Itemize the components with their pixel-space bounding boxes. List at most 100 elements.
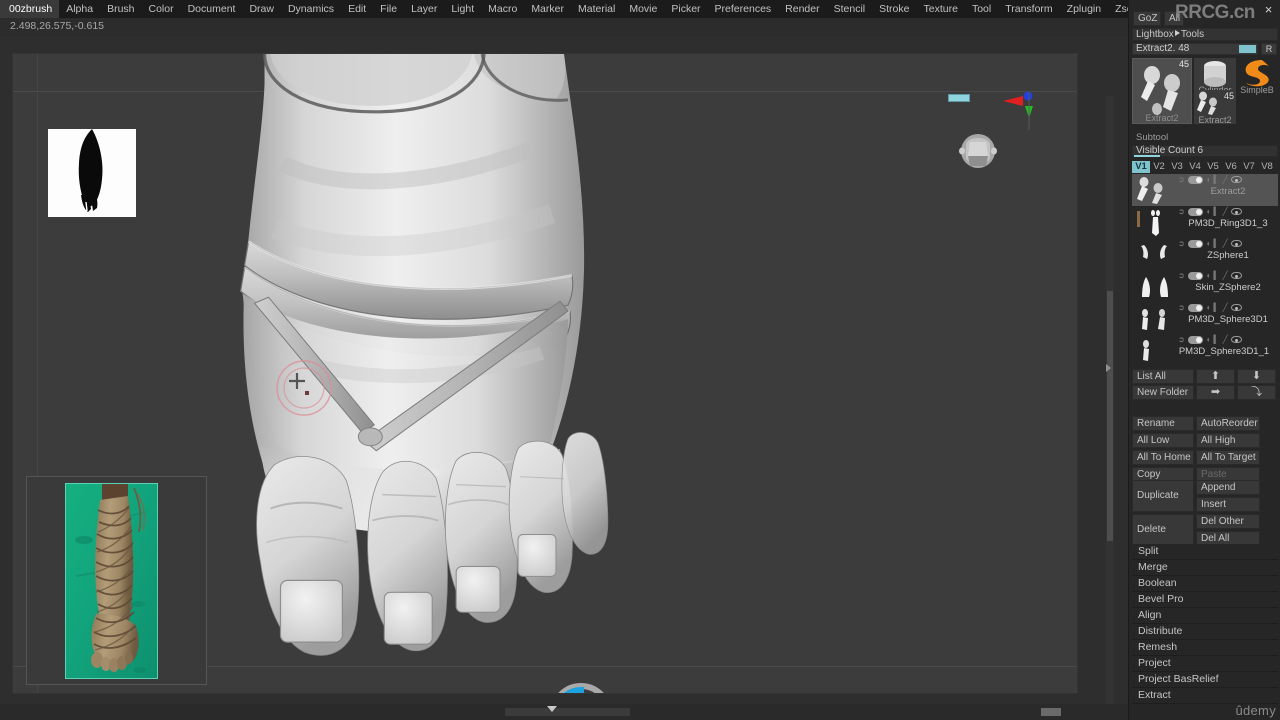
boolean-button[interactable]: Boolean <box>1132 576 1278 592</box>
menu-item-texture[interactable]: Texture <box>917 0 965 18</box>
visibility-toggle[interactable] <box>1187 271 1203 280</box>
menu-item-dynamics[interactable]: Dynamics <box>281 0 341 18</box>
visibility-toggle[interactable] <box>1187 175 1203 184</box>
polypaint-icon[interactable]: ◖ <box>1206 239 1211 248</box>
visibility-toggle[interactable] <box>1187 207 1203 216</box>
transparency-icon[interactable]: ╱ <box>1223 239 1228 248</box>
all-high-button[interactable]: All High <box>1196 433 1260 448</box>
brush-small-icon[interactable]: ➲ <box>1178 271 1185 280</box>
project-basrelief-button[interactable]: Project BasRelief <box>1132 672 1278 688</box>
close-icon[interactable]: × <box>1262 3 1275 17</box>
mask-icon[interactable]: ▍ <box>1214 207 1220 216</box>
canvas-area[interactable]: RRCG 人人素材 <box>0 36 1128 720</box>
eye-icon[interactable] <box>1230 240 1242 247</box>
autoreorder-button[interactable]: AutoReorder <box>1196 416 1260 431</box>
move-into-folder-button[interactable]: ➡ <box>1196 385 1235 400</box>
rename-button[interactable]: Rename <box>1132 416 1194 431</box>
menu-item-transform[interactable]: Transform <box>998 0 1059 18</box>
brush-small-icon[interactable]: ➲ <box>1178 175 1185 184</box>
eye-icon[interactable] <box>1230 304 1242 311</box>
subtool-list-item[interactable]: ➲ ◖ ▍ ╱ PM3D_Ring3D1_3 <box>1132 206 1278 238</box>
subtool-view-tab-v8[interactable]: V8 <box>1258 161 1276 173</box>
menu-item-macro[interactable]: Macro <box>481 0 524 18</box>
subtool-view-tab-v3[interactable]: V3 <box>1168 161 1186 173</box>
visible-count-slider[interactable]: Visible Count 6 <box>1132 145 1278 157</box>
menu-item-marker[interactable]: Marker <box>524 0 571 18</box>
menu-item-material[interactable]: Material <box>571 0 622 18</box>
polypaint-icon[interactable]: ◖ <box>1206 335 1211 344</box>
vertical-scroll-thumb[interactable] <box>1107 291 1113 541</box>
lightbox-tools-breadcrumb[interactable]: Lightbox Tools <box>1132 28 1278 41</box>
horizontal-scroll-track[interactable] <box>505 708 1061 716</box>
mask-icon[interactable]: ▍ <box>1214 303 1220 312</box>
menu-item-tool[interactable]: Tool <box>965 0 998 18</box>
mask-icon[interactable]: ▍ <box>1214 175 1220 184</box>
brush-small-icon[interactable]: ➲ <box>1178 239 1185 248</box>
subtool-list-item[interactable]: ➲ ◖ ▍ ╱ PM3D_Sphere3D1 <box>1132 302 1278 334</box>
menu-item-movie[interactable]: Movie <box>622 0 664 18</box>
subtool-view-tab-v7[interactable]: V7 <box>1240 161 1258 173</box>
subtool-list[interactable]: ➲ ◖ ▍ ╱ Extract2 ➲ ◖ ▍ ╱ PM3D_Ring3D1_3 ➲ ◖ ▍ ╱ ZSpher… <box>1132 174 1278 370</box>
canvas-document[interactable]: RRCG 人人素材 <box>12 53 1078 694</box>
alpha-thumbnail[interactable] <box>48 129 136 217</box>
subtool-view-tab-v6[interactable]: V6 <box>1222 161 1240 173</box>
align-button[interactable]: Align <box>1132 608 1278 624</box>
eye-icon[interactable] <box>1230 208 1242 215</box>
visibility-toggle[interactable] <box>1187 239 1203 248</box>
eye-icon[interactable] <box>1230 336 1242 343</box>
tool-thumb-cylinder[interactable]: Cylinder <box>1194 58 1236 95</box>
menu-item-00zbrush[interactable]: 00zbrush <box>0 0 60 18</box>
eye-icon[interactable] <box>1230 176 1242 183</box>
transparency-icon[interactable]: ╱ <box>1223 207 1228 216</box>
menu-item-color[interactable]: Color <box>142 0 181 18</box>
menu-item-picker[interactable]: Picker <box>664 0 707 18</box>
canvas-vertical-scrollbar[interactable] <box>1106 96 1114 716</box>
subtool-view-tab-v1[interactable]: V1 <box>1132 161 1150 173</box>
merge-button[interactable]: Merge <box>1132 560 1278 576</box>
menu-item-render[interactable]: Render <box>778 0 826 18</box>
subtool-view-tab-v2[interactable]: V2 <box>1150 161 1168 173</box>
polypaint-icon[interactable]: ◖ <box>1206 207 1211 216</box>
visibility-toggle[interactable] <box>1187 335 1203 344</box>
visibility-toggle[interactable] <box>1187 303 1203 312</box>
polypaint-icon[interactable]: ◖ <box>1206 303 1211 312</box>
menu-item-light[interactable]: Light <box>444 0 481 18</box>
split-button[interactable]: Split <box>1132 544 1278 560</box>
canvas-marker[interactable] <box>948 94 970 102</box>
brush-small-icon[interactable]: ➲ <box>1178 335 1185 344</box>
tool-r-button[interactable]: R <box>1261 43 1277 55</box>
reference-image-panel[interactable] <box>26 476 207 685</box>
current-tool-name-field[interactable]: Extract2. 48 <box>1132 43 1258 55</box>
bevel-pro-button[interactable]: Bevel Pro <box>1132 592 1278 608</box>
subtool-view-tab-v4[interactable]: V4 <box>1186 161 1204 173</box>
menu-item-brush[interactable]: Brush <box>100 0 141 18</box>
all-to-home-button[interactable]: All To Home <box>1132 450 1194 465</box>
insert-button[interactable]: Insert <box>1196 497 1260 512</box>
menu-item-preferences[interactable]: Preferences <box>708 0 779 18</box>
menu-item-alpha[interactable]: Alpha <box>59 0 100 18</box>
all-low-button[interactable]: All Low <box>1132 433 1194 448</box>
scroll-arrow-icon[interactable] <box>1106 364 1111 372</box>
brush-small-icon[interactable]: ➲ <box>1178 207 1185 216</box>
move-up-button[interactable]: ⬆ <box>1196 369 1235 384</box>
transparency-icon[interactable]: ╱ <box>1223 335 1228 344</box>
navigation-cube[interactable] <box>954 126 1002 174</box>
tool-thumb-extract2-small[interactable]: 45 Extract2 <box>1194 90 1236 125</box>
menu-item-edit[interactable]: Edit <box>341 0 373 18</box>
menu-item-file[interactable]: File <box>373 0 404 18</box>
mask-icon[interactable]: ▍ <box>1214 239 1220 248</box>
all-button[interactable]: All <box>1164 11 1184 26</box>
remesh-button[interactable]: Remesh <box>1132 640 1278 656</box>
polypaint-icon[interactable]: ◖ <box>1206 271 1211 280</box>
all-to-target-button[interactable]: All To Target <box>1196 450 1260 465</box>
menu-item-stroke[interactable]: Stroke <box>872 0 916 18</box>
move-down-button[interactable]: ⬇ <box>1237 369 1276 384</box>
new-folder-button[interactable]: New Folder <box>1132 385 1194 400</box>
duplicate-button[interactable]: Duplicate <box>1132 480 1194 512</box>
menu-item-document[interactable]: Document <box>181 0 243 18</box>
list-all-button[interactable]: List All <box>1132 369 1194 384</box>
append-button[interactable]: Append <box>1196 480 1260 495</box>
polypaint-icon[interactable]: ◖ <box>1206 175 1211 184</box>
mask-icon[interactable]: ▍ <box>1214 335 1220 344</box>
subtool-list-item[interactable]: ➲ ◖ ▍ ╱ ZSphere1 <box>1132 238 1278 270</box>
